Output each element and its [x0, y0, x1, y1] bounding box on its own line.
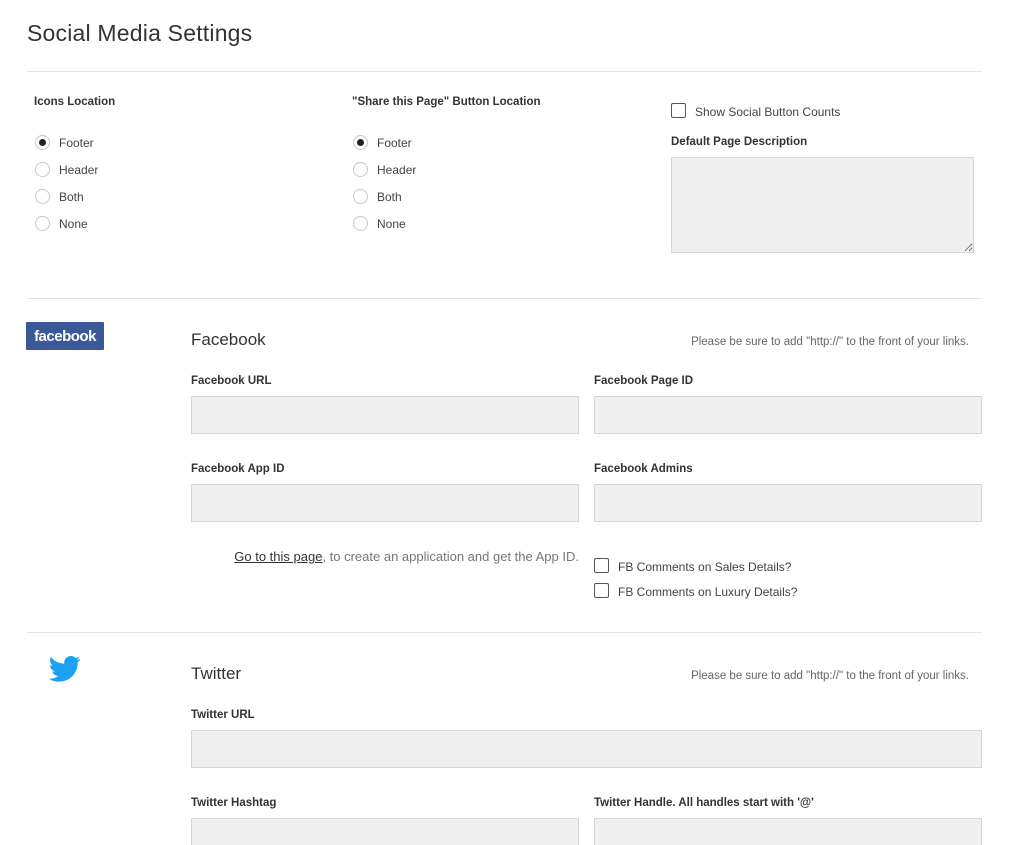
share-location-option-none[interactable]: None [353, 210, 416, 237]
default-description-textarea[interactable] [671, 157, 974, 253]
facebook-page-id-label: Facebook Page ID [594, 375, 694, 387]
fb-comments-sales-checkbox[interactable] [594, 558, 609, 573]
facebook-app-id-input[interactable] [191, 484, 579, 522]
radio-icon[interactable] [35, 189, 50, 204]
share-location-group: Footer Header Both None [353, 129, 416, 237]
radio-icon[interactable] [353, 216, 368, 231]
fb-comments-luxury-label: FB Comments on Luxury Details? [618, 584, 798, 599]
divider [27, 71, 982, 72]
twitter-section-title: Twitter [191, 664, 242, 683]
divider [27, 298, 982, 299]
radio-label: Footer [59, 135, 94, 150]
icons-location-option-both[interactable]: Both [35, 183, 98, 210]
icons-location-option-footer[interactable]: Footer [35, 129, 98, 156]
divider [27, 632, 982, 633]
facebook-page-id-input[interactable] [594, 396, 982, 434]
radio-icon[interactable] [353, 162, 368, 177]
radio-label: Header [377, 162, 417, 177]
facebook-url-label: Facebook URL [191, 375, 272, 387]
radio-icon[interactable] [35, 135, 50, 150]
radio-icon[interactable] [353, 189, 368, 204]
twitter-handle-input[interactable] [594, 818, 982, 845]
show-counts-label: Show Social Button Counts [695, 104, 841, 119]
icons-location-group: Footer Header Both None [35, 129, 98, 237]
facebook-link-note: Please be sure to add "http://" to the f… [691, 336, 969, 348]
radio-label: None [377, 216, 406, 231]
radio-label: Both [377, 189, 402, 204]
twitter-url-input[interactable] [191, 730, 982, 768]
twitter-link-note: Please be sure to add "http://" to the f… [691, 670, 969, 682]
facebook-admins-label: Facebook Admins [594, 463, 693, 475]
fb-comments-luxury-row[interactable]: FB Comments on Luxury Details? [594, 583, 798, 599]
radio-icon[interactable] [35, 216, 50, 231]
twitter-hashtag-label: Twitter Hashtag [191, 797, 277, 809]
show-counts-row[interactable]: Show Social Button Counts [671, 103, 841, 119]
twitter-bird-icon [49, 655, 81, 683]
icons-location-option-none[interactable]: None [35, 210, 98, 237]
twitter-handle-label: Twitter Handle. All handles start with '… [594, 797, 814, 809]
radio-icon[interactable] [35, 162, 50, 177]
icons-location-label: Icons Location [34, 96, 116, 108]
radio-icon[interactable] [353, 135, 368, 150]
facebook-app-help: Go to this page, to create an applicatio… [234, 549, 579, 564]
twitter-hashtag-input[interactable] [191, 818, 579, 845]
radio-label: Footer [377, 135, 412, 150]
radio-label: None [59, 216, 88, 231]
page-title: Social Media Settings [27, 20, 253, 46]
share-location-option-footer[interactable]: Footer [353, 129, 416, 156]
facebook-section-title: Facebook [191, 330, 266, 349]
radio-label: Both [59, 189, 84, 204]
fb-comments-luxury-checkbox[interactable] [594, 583, 609, 598]
fb-comments-sales-label: FB Comments on Sales Details? [618, 559, 792, 574]
twitter-url-label: Twitter URL [191, 709, 255, 721]
default-description-label: Default Page Description [671, 136, 808, 148]
share-location-label: "Share this Page" Button Location [352, 96, 541, 108]
facebook-app-help-text: , to create an application and get the A… [322, 549, 579, 564]
facebook-admins-input[interactable] [594, 484, 982, 522]
show-counts-checkbox[interactable] [671, 103, 686, 118]
radio-label: Header [59, 162, 99, 177]
facebook-app-link[interactable]: Go to this page [234, 549, 322, 564]
share-location-option-header[interactable]: Header [353, 156, 416, 183]
facebook-app-id-label: Facebook App ID [191, 463, 285, 475]
icons-location-option-header[interactable]: Header [35, 156, 98, 183]
fb-comments-sales-row[interactable]: FB Comments on Sales Details? [594, 558, 792, 574]
share-location-option-both[interactable]: Both [353, 183, 416, 210]
facebook-url-input[interactable] [191, 396, 579, 434]
facebook-logo: facebook [26, 322, 104, 350]
